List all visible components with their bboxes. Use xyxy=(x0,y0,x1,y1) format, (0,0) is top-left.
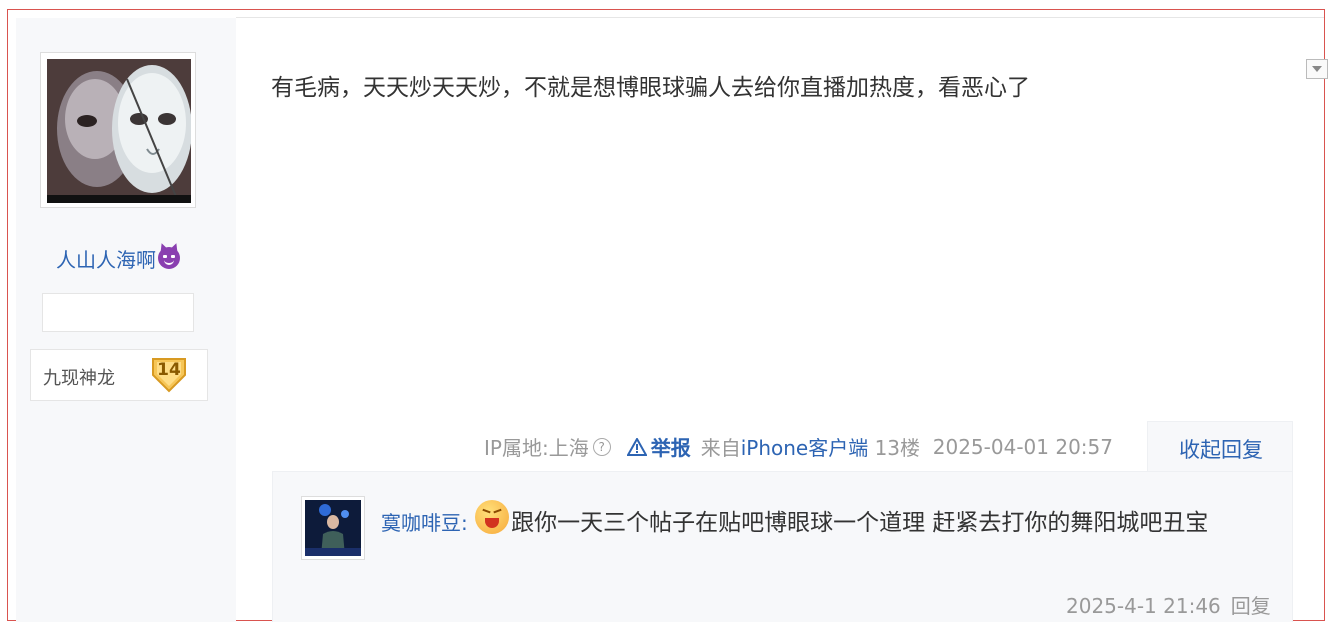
avatar-image xyxy=(47,59,191,203)
reply-avatar-image xyxy=(305,500,361,556)
author-name: 人山人海啊 xyxy=(56,248,156,272)
source-client-link[interactable]: iPhone客户端 xyxy=(741,432,869,461)
question-icon[interactable]: ? xyxy=(592,437,611,456)
divider xyxy=(236,17,1324,18)
floor-number: 13楼 xyxy=(874,436,921,460)
level-badge: 14 xyxy=(149,355,189,393)
author-name-link[interactable]: 人山人海啊 xyxy=(0,244,236,273)
level-name: 九现神龙 xyxy=(43,368,115,389)
post-meta: IP属地:上海? 举报 来自iPhone客户端 13楼 2025-04-01 20:… xyxy=(484,432,1113,461)
badge-placeholder xyxy=(42,293,194,332)
author-avatar[interactable] xyxy=(40,52,196,208)
report-button[interactable]: 举报 xyxy=(626,432,691,461)
reply-meta: 2025-4-1 21:46 回复 xyxy=(1066,590,1271,619)
reply-separator: : xyxy=(461,511,468,535)
collapse-reply-tab[interactable]: 收起回复 xyxy=(1147,421,1293,473)
source-prefix: 来自 xyxy=(700,436,741,460)
level-number: 14 xyxy=(157,360,181,380)
reply-content: 寞咖啡豆: 跟你一天三个帖子在贴吧博眼球一个道理 赶紧去打你的舞阳城吧丑宝 xyxy=(381,500,1271,542)
ip-location: IP属地:上海 xyxy=(484,436,589,460)
smiling-devil-emoji-icon xyxy=(158,247,180,269)
reply-username-link[interactable]: 寞咖啡豆 xyxy=(381,511,461,535)
level-card[interactable]: 九现神龙 14 xyxy=(30,349,208,401)
reply-text: 跟你一天三个帖子在贴吧博眼球一个道理 赶紧去打你的舞阳城吧丑宝 xyxy=(511,510,1209,536)
laughing-face-emoji-icon xyxy=(475,500,510,534)
report-label: 举报 xyxy=(650,436,691,460)
reply-time: 2025-4-1 21:46 xyxy=(1066,594,1221,618)
post-time: 2025-04-01 20:57 xyxy=(932,434,1113,459)
collapse-reply-label: 收起回复 xyxy=(1179,438,1263,462)
post-menu-dropdown-icon[interactable] xyxy=(1306,59,1328,79)
reply-user-avatar[interactable] xyxy=(301,496,365,560)
post-content: 有毛病，天天炒天天炒，不就是想博眼球骗人去给你直播加热度，看恶心了 xyxy=(271,75,1030,101)
warning-icon xyxy=(626,437,647,456)
reply-button[interactable]: 回复 xyxy=(1231,594,1271,618)
